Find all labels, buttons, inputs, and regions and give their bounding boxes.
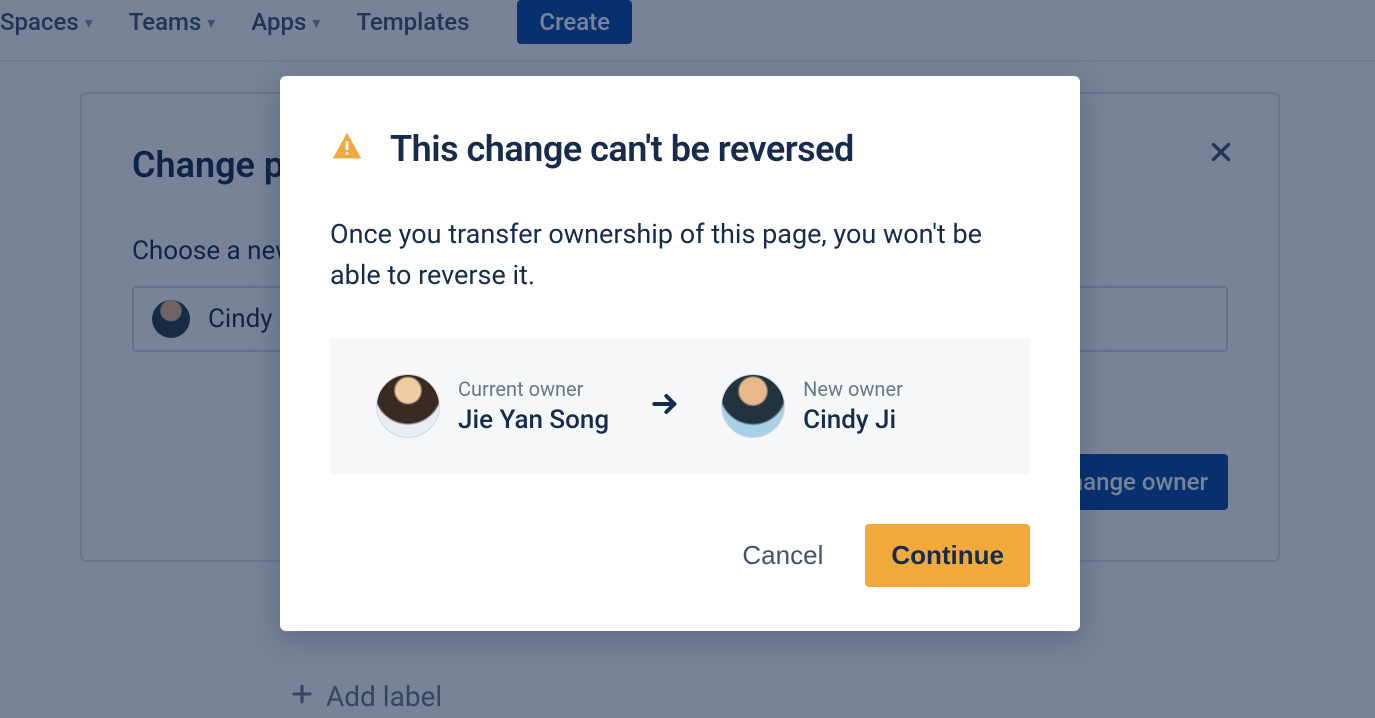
continue-button-label: Continue [891, 540, 1004, 570]
cancel-button[interactable]: Cancel [728, 526, 837, 585]
cancel-button-label: Cancel [742, 540, 823, 570]
current-owner-label: Current owner [458, 377, 609, 401]
new-owner-group: New owner Cindy Ji [721, 374, 903, 438]
modal-description: Once you transfer ownership of this page… [330, 214, 1030, 296]
avatar [376, 374, 440, 438]
avatar [721, 374, 785, 438]
owner-transfer-box: Current owner Jie Yan Song New owner Cin… [330, 338, 1030, 474]
continue-button[interactable]: Continue [865, 524, 1030, 587]
current-owner-group: Current owner Jie Yan Song [376, 374, 609, 438]
warning-icon [330, 130, 364, 168]
modal-actions: Cancel Continue [330, 524, 1030, 587]
confirm-modal: This change can't be reversed Once you t… [280, 76, 1080, 631]
current-owner-name: Jie Yan Song [458, 405, 609, 435]
new-owner-label: New owner [803, 377, 903, 401]
modal-title: This change can't be reversed [390, 128, 854, 170]
new-owner-name: Cindy Ji [803, 405, 903, 435]
arrow-right-icon [649, 388, 681, 424]
